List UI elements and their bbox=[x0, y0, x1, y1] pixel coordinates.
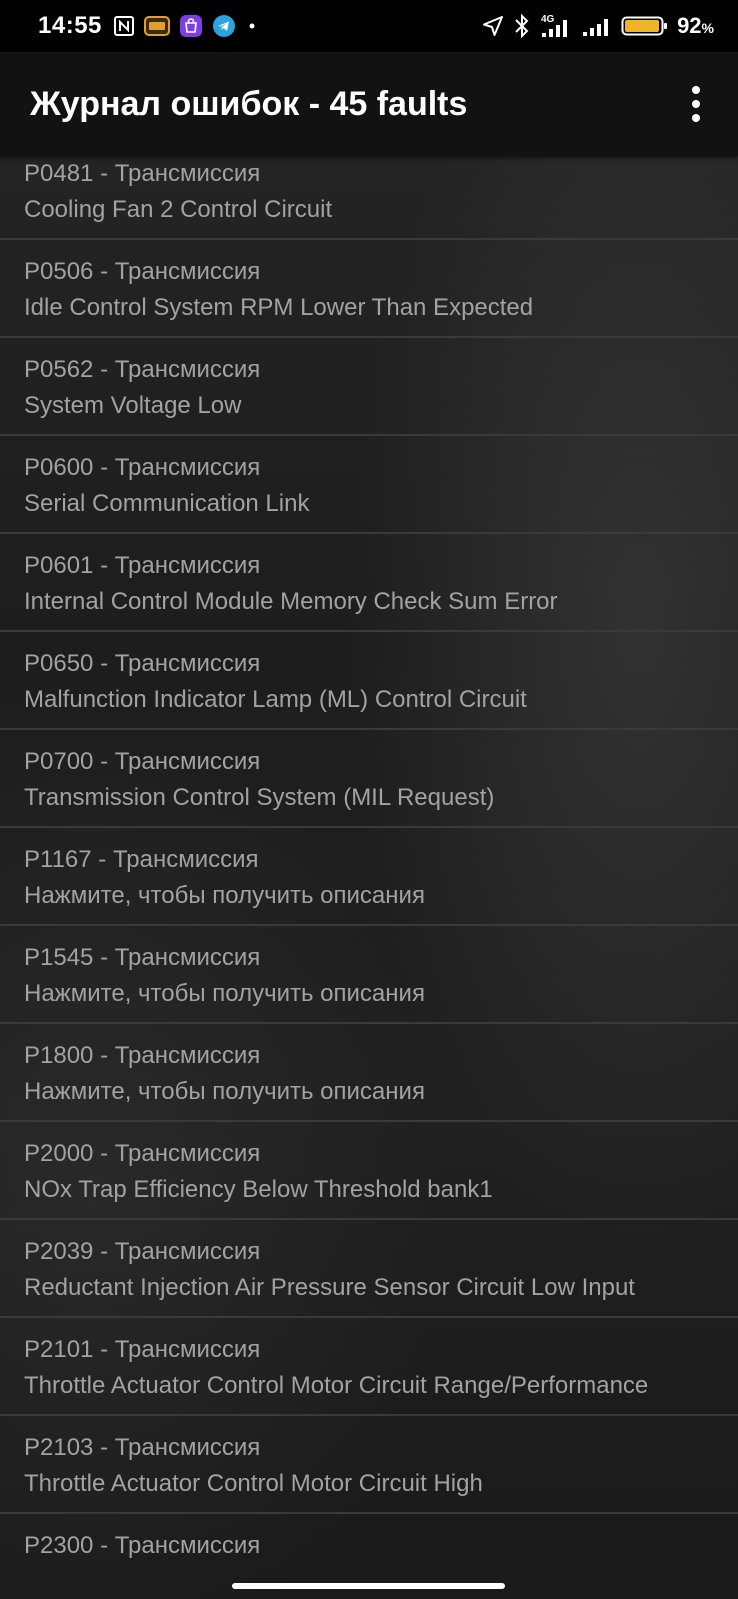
fault-list-item[interactable]: P0650 - Трансмиссия Malfunction Indicator… bbox=[0, 632, 738, 730]
fault-description: Нажмите, чтобы получить описания bbox=[24, 980, 425, 1007]
fault-code: P0601 - Трансмиссия bbox=[24, 552, 261, 579]
page-title: Журнал ошибок - 45 faults bbox=[30, 84, 468, 123]
fault-description: Malfunction Indicator Lamp (ML) Control … bbox=[24, 686, 527, 713]
fault-code: P2103 - Трансмиссия bbox=[24, 1434, 261, 1461]
fault-code: P2000 - Трансмиссия bbox=[24, 1140, 261, 1167]
fault-description: System Voltage Low bbox=[24, 392, 242, 419]
fault-list-item[interactable]: P1800 - Трансмиссия Нажмите, чтобы получи… bbox=[0, 1024, 738, 1122]
home-indicator[interactable] bbox=[232, 1583, 505, 1589]
fault-description: Reductant Injection Air Pressure Sensor … bbox=[24, 1274, 635, 1301]
nfc-icon bbox=[113, 15, 135, 37]
fault-description: Internal Control Module Memory Check Sum… bbox=[24, 588, 558, 615]
fault-description: Transmission Control System (MIL Request… bbox=[24, 784, 495, 811]
fault-list-item[interactable]: P1545 - Трансмиссия Нажмите, чтобы получи… bbox=[0, 926, 738, 1024]
battery-icon bbox=[621, 14, 669, 38]
fault-code: P0700 - Трансмиссия bbox=[24, 748, 261, 775]
fault-code: P1545 - Трансмиссия bbox=[24, 944, 261, 971]
fault-description: Нажмите, чтобы получить описания bbox=[24, 882, 425, 909]
fault-list-item[interactable]: P2039 - Трансмиссия Reductant Injection A… bbox=[0, 1220, 738, 1318]
fault-description: Cooling Fan 2 Control Circuit bbox=[24, 196, 333, 223]
fault-list-item[interactable]: P2101 - Трансмиссия Throttle Actuator Con… bbox=[0, 1318, 738, 1416]
fault-code: P2101 - Трансмиссия bbox=[24, 1336, 261, 1363]
fault-list-item[interactable]: P0600 - Трансмиссия Serial Communication … bbox=[0, 436, 738, 534]
battery-percent: 92% bbox=[677, 13, 714, 38]
network-type-label: 4G bbox=[541, 14, 555, 25]
more-vertical-icon[interactable] bbox=[684, 82, 708, 126]
fault-list[interactable]: P0481 - Трансмиссия Cooling Fan 2 Control… bbox=[0, 156, 738, 1599]
fault-description: Idle Control System RPM Lower Than Expec… bbox=[24, 294, 534, 321]
signal-icon bbox=[581, 14, 613, 38]
fault-description: Throttle Actuator Control Motor Circuit … bbox=[24, 1470, 483, 1497]
fault-list-item[interactable]: P2103 - Трансмиссия Throttle Actuator Con… bbox=[0, 1416, 738, 1514]
fault-code: P0506 - Трансмиссия bbox=[24, 258, 261, 285]
fault-code: P0650 - Трансмиссия bbox=[24, 650, 261, 677]
telegram-icon bbox=[212, 14, 236, 38]
fault-list-item[interactable]: P0481 - Трансмиссия Cooling Fan 2 Control… bbox=[0, 156, 738, 240]
fault-description: Нажмите, чтобы получить описания bbox=[24, 1078, 425, 1105]
status-bar-left: 14:55 bbox=[38, 12, 259, 40]
status-bar-right: 4G 92% bbox=[481, 13, 714, 39]
fault-list-item[interactable]: P2000 - Трансмиссия NOx Trap Efficiency B… bbox=[0, 1122, 738, 1220]
fault-list-item[interactable]: P1167 - Трансмиссия Нажмите, чтобы получи… bbox=[0, 828, 738, 926]
obd-app-icon bbox=[143, 14, 170, 38]
bluetooth-icon bbox=[513, 13, 531, 39]
fault-list-item[interactable]: P0506 - Трансмиссия Idle Control System R… bbox=[0, 240, 738, 338]
fault-code: P2039 - Трансмиссия bbox=[24, 1238, 261, 1265]
fault-description: NOx Trap Efficiency Below Threshold bank… bbox=[24, 1176, 493, 1203]
fault-list-item[interactable]: P0700 - Трансмиссия Transmission Control … bbox=[0, 730, 738, 828]
app-bar: Журнал ошибок - 45 faults bbox=[0, 52, 738, 156]
shopping-bag-icon bbox=[179, 14, 203, 38]
dot-icon bbox=[245, 14, 259, 38]
fault-code: P0481 - Трансмиссия bbox=[24, 160, 261, 187]
fault-description: Serial Communication Link bbox=[24, 490, 310, 517]
fault-description: Throttle Actuator Control Motor Circuit … bbox=[24, 1372, 649, 1399]
location-arrow-icon bbox=[481, 14, 505, 38]
fault-code: P1167 - Трансмиссия bbox=[24, 846, 259, 873]
fault-code: P0600 - Трансмиссия bbox=[24, 454, 261, 481]
fault-list-item[interactable]: P0601 - Трансмиссия Internal Control Modu… bbox=[0, 534, 738, 632]
fault-code: P1800 - Трансмиссия bbox=[24, 1042, 261, 1069]
fault-code: P2300 - Трансмиссия bbox=[24, 1532, 261, 1559]
signal-4g-icon: 4G bbox=[539, 13, 573, 39]
fault-code: P0562 - Трансмиссия bbox=[24, 356, 261, 383]
status-bar: 14:55 4G 92% bbox=[0, 0, 738, 52]
fault-list-item[interactable]: P0562 - Трансмиссия System Voltage Low bbox=[0, 338, 738, 436]
status-time: 14:55 bbox=[38, 12, 102, 39]
